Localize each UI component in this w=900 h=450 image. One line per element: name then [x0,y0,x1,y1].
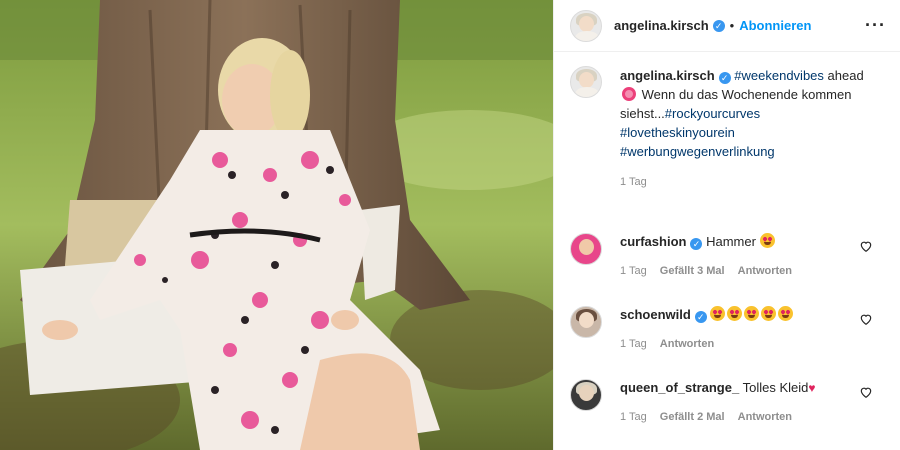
like-heart-icon[interactable] [859,239,873,253]
verified-badge-icon: ✓ [694,311,707,323]
reply-button[interactable]: Antworten [738,265,792,277]
more-horizontal-icon[interactable]: ··· [865,15,886,36]
commenter-username[interactable]: queen_of_strange_ [620,380,739,395]
comment-text: Hammer [706,234,756,249]
comment-timestamp: 1 Tag [620,411,647,423]
post-photo[interactable] [0,0,553,450]
author-avatar[interactable] [570,9,602,42]
like-heart-icon[interactable] [859,312,873,326]
reply-button[interactable]: Antworten [738,411,792,423]
heart-eyes-emoji-icon [759,233,775,248]
heart-eyes-emoji-icon [727,306,743,321]
comment-meta: 1 Tag Gefällt 2 Mal Antworten [620,411,855,423]
caption-text-part: ahead [827,68,864,83]
comment-text: Tolles Kleid [742,380,809,395]
instagram-post: angelina.kirsch ✓ • Abonnieren ··· angel… [0,0,900,450]
comment-likes[interactable]: Gefällt 3 Mal [660,265,725,277]
hashtag-link[interactable]: #werbungwegenverlinkung [620,144,775,159]
heart-eyes-emoji-icon [761,306,777,321]
verified-badge-icon: ✓ [712,19,725,32]
caption-timestamp: 1 Tag [620,176,647,188]
caption-text: angelina.kirsch ✓ #weekendvibes ahead Wen… [620,66,870,192]
photo-illustration [0,0,553,450]
author-username[interactable]: angelina.kirsch [614,18,709,33]
separator-dot: • [729,18,735,33]
commenter-avatar[interactable] [570,233,602,265]
comment-timestamp: 1 Tag [620,265,647,277]
hashtag-link[interactable]: #weekendvibes [734,68,824,83]
heart-eyes-emoji-icon [710,306,726,321]
comment-item: queen_of_strange_ Tolles Kleid♥ 1 Tag Ge… [554,379,900,423]
commenter-username[interactable]: curfashion [620,234,686,249]
post-caption: angelina.kirsch ✓ #weekendvibes ahead Wen… [554,52,900,192]
commenter-avatar[interactable] [570,379,602,411]
caption-username[interactable]: angelina.kirsch [620,68,715,83]
commenter-avatar[interactable] [570,306,602,338]
post-sidebar: angelina.kirsch ✓ • Abonnieren ··· angel… [553,0,900,450]
comment-meta: 1 Tag Antworten [620,338,855,350]
comment-item: schoenwild ✓ 1 Tag Antworten [554,306,900,350]
commenter-username[interactable]: schoenwild [620,307,691,322]
hashtag-link[interactable]: #lovetheskinyourein [620,125,735,140]
flower-emoji-icon [622,87,636,101]
heart-eyes-emoji-icon [744,306,760,321]
comment-item: curfashion ✓ Hammer 1 Tag Gefällt 3 Mal A… [554,233,900,277]
post-header: angelina.kirsch ✓ • Abonnieren ··· [554,0,900,52]
heart-eyes-emoji-icon [778,306,794,321]
verified-badge-icon: ✓ [690,238,703,250]
hashtag-link[interactable]: #rockyourcurves [665,106,760,121]
caption-avatar[interactable] [570,66,602,98]
comment-timestamp: 1 Tag [620,338,647,350]
reply-button[interactable]: Antworten [660,338,714,350]
like-heart-icon[interactable] [859,385,873,399]
follow-button[interactable]: Abonnieren [739,18,811,33]
heart-emoji-icon: ♥ [808,381,816,395]
comment-likes[interactable]: Gefällt 2 Mal [660,411,725,423]
verified-badge-icon: ✓ [718,72,731,84]
comment-meta: 1 Tag Gefällt 3 Mal Antworten [620,265,855,277]
